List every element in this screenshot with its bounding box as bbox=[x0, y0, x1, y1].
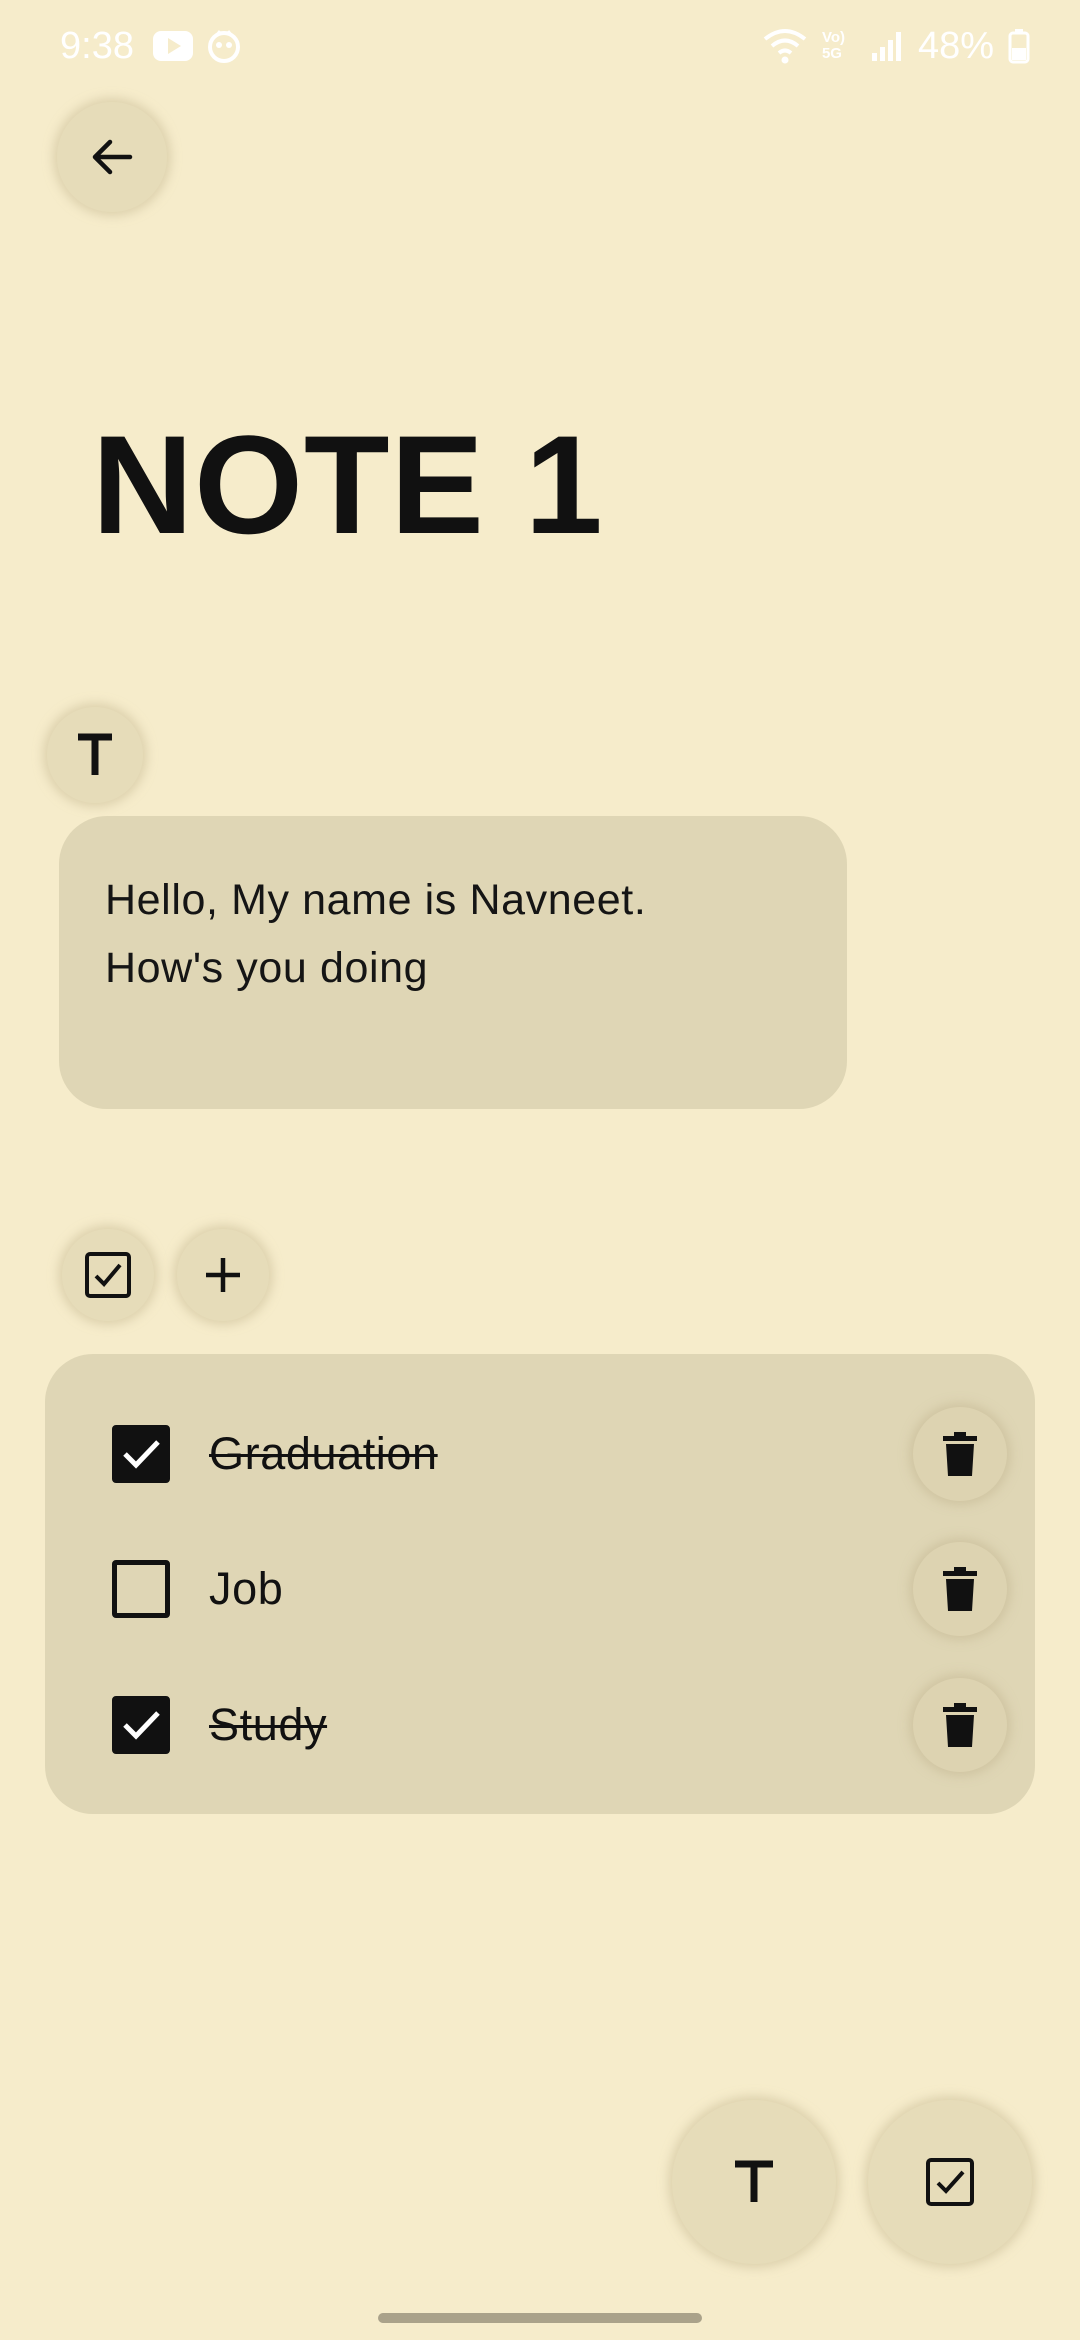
checklist-toggle-button[interactable] bbox=[62, 1229, 154, 1321]
plus-icon bbox=[206, 1258, 240, 1292]
note-title[interactable]: NOTE 1 bbox=[92, 405, 604, 565]
item-label[interactable]: Job bbox=[209, 1558, 283, 1620]
check-icon bbox=[123, 1440, 160, 1469]
item-label[interactable]: Study bbox=[209, 1694, 327, 1756]
status-icons: Vo) 5G 48% bbox=[762, 22, 1030, 70]
network-type-label: Vo) 5G bbox=[821, 29, 845, 62]
battery-icon bbox=[1008, 29, 1030, 64]
battery-percent: 48% bbox=[917, 25, 994, 67]
delete-button[interactable] bbox=[913, 1678, 1007, 1772]
text-format-icon bbox=[78, 733, 112, 775]
signal-icon bbox=[871, 32, 901, 61]
app-notification-icon bbox=[208, 30, 240, 63]
status-time: 9:38 bbox=[60, 25, 134, 67]
delete-button[interactable] bbox=[913, 1542, 1007, 1636]
text-line: Hello, My name is Navneet. bbox=[105, 876, 647, 924]
add-item-button[interactable] bbox=[177, 1229, 269, 1321]
status-notification-icons bbox=[152, 28, 242, 64]
text-block-button[interactable] bbox=[47, 707, 143, 803]
item-checkbox[interactable] bbox=[112, 1696, 170, 1754]
item-label[interactable]: Graduation bbox=[209, 1423, 438, 1485]
checkbox-icon bbox=[926, 2158, 974, 2206]
checkbox-icon bbox=[85, 1252, 131, 1298]
text-format-icon bbox=[735, 2160, 773, 2202]
add-checklist-button[interactable] bbox=[868, 2100, 1032, 2264]
item-checkbox[interactable] bbox=[112, 1560, 170, 1618]
delete-button[interactable] bbox=[913, 1407, 1007, 1501]
back-button[interactable] bbox=[57, 102, 167, 212]
arrow-left-icon bbox=[92, 139, 133, 175]
trash-icon bbox=[943, 1703, 977, 1747]
item-checkbox[interactable] bbox=[112, 1425, 170, 1483]
text-block[interactable]: Hello, My name is Navneet. How's you doi… bbox=[59, 816, 847, 1109]
add-text-block-button[interactable] bbox=[672, 2100, 836, 2264]
trash-icon bbox=[943, 1567, 977, 1611]
wifi-icon bbox=[763, 29, 807, 64]
checklist: Graduation Job Study bbox=[45, 1354, 1035, 1814]
list-item: Job bbox=[45, 1534, 1035, 1644]
youtube-icon bbox=[153, 31, 193, 61]
list-item: Study bbox=[45, 1670, 1035, 1780]
home-gesture-bar[interactable] bbox=[378, 2313, 702, 2323]
check-icon bbox=[123, 1711, 160, 1740]
trash-icon bbox=[943, 1432, 977, 1476]
list-item: Graduation bbox=[45, 1399, 1035, 1509]
text-line: How's you doing bbox=[105, 944, 429, 992]
